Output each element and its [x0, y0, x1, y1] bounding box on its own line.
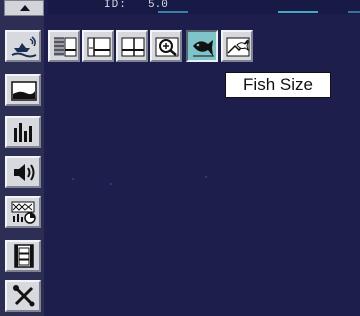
histogram-button[interactable]	[5, 116, 41, 148]
seabed-view-icon	[11, 81, 37, 101]
echo-speck	[110, 183, 112, 185]
scroll-up-button[interactable]	[4, 0, 44, 16]
tools-icon	[13, 285, 35, 307]
depth-trace	[278, 11, 318, 13]
status-strip: ID: 5.0	[48, 0, 360, 14]
film-strip-icon	[14, 244, 34, 268]
histogram-icon	[14, 123, 32, 142]
fish-symbol-icon	[226, 37, 250, 57]
fish-size-icon	[193, 40, 214, 57]
speaker-button[interactable]	[5, 156, 41, 188]
film-strip-button[interactable]	[5, 240, 41, 272]
zoom-in-icon	[155, 37, 179, 57]
speaker-icon	[14, 164, 35, 181]
fish-size-button[interactable]	[186, 30, 218, 62]
id-value: 5.0	[148, 0, 168, 11]
fish-symbol-button[interactable]	[221, 30, 253, 62]
sonar-display: ID: 5.0 Fish Size	[0, 0, 360, 316]
boat-echo-view-icon	[11, 36, 37, 58]
id-label: ID:	[104, 0, 127, 11]
mixed-display-icon	[11, 201, 36, 224]
depth-trace	[158, 11, 188, 13]
echo-speck	[205, 176, 207, 178]
echo-speck	[72, 178, 74, 180]
triangle-up-icon	[20, 5, 30, 11]
bottom-lock-icon	[54, 37, 77, 57]
depth-trace	[348, 11, 360, 13]
zoom-in-button[interactable]	[150, 30, 182, 62]
tooltip: Fish Size	[225, 72, 331, 98]
boat-echo-view-button[interactable]	[5, 30, 41, 62]
range-display-button[interactable]	[116, 30, 148, 62]
seabed-view-button[interactable]	[5, 74, 41, 106]
tools-button[interactable]	[5, 280, 41, 312]
sidebar	[0, 0, 44, 316]
range-display-icon	[121, 37, 145, 57]
mixed-display-button[interactable]	[5, 196, 41, 228]
zoom-range-button[interactable]	[82, 30, 114, 62]
bottom-lock-button[interactable]	[48, 30, 80, 62]
zoom-range-icon	[87, 37, 111, 57]
